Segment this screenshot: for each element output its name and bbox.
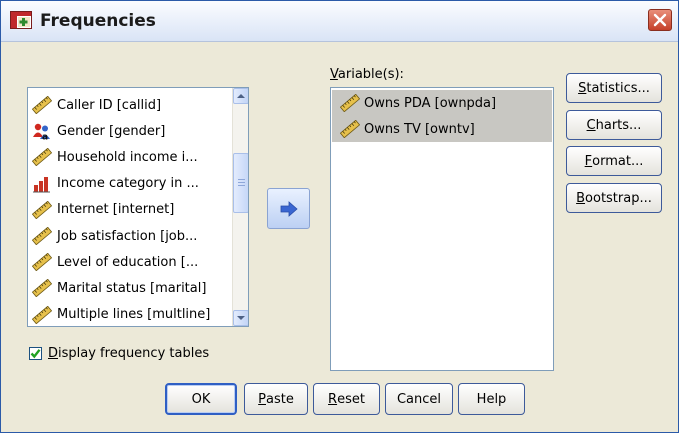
source-list-scrollbar[interactable]: [232, 88, 248, 326]
variable-label: Level of education [...: [57, 254, 199, 270]
right-arrow-icon: [280, 200, 298, 217]
frequencies-app-icon: [10, 11, 32, 29]
statistics-button[interactable]: Statistics...: [566, 73, 662, 103]
variable-label: Gender [gender]: [57, 123, 166, 139]
source-variable-item[interactable]: Household income i...: [32, 145, 232, 169]
move-variable-button[interactable]: [267, 188, 310, 229]
source-variable-item[interactable]: a Gender [gender]: [32, 119, 232, 143]
variable-label: Caller ID [callid]: [57, 97, 162, 113]
variable-label: Household income i...: [57, 149, 198, 165]
scale-ruler-icon: [32, 96, 52, 114]
source-variable-item[interactable]: Caller ID [callid]: [32, 93, 232, 117]
close-button[interactable]: [648, 9, 672, 31]
display-frequency-tables-label: Display frequency tables: [48, 346, 210, 361]
dialog-title: Frequencies: [40, 11, 156, 31]
scale-ruler-icon: [32, 227, 52, 245]
source-variable-item[interactable]: Income category in ...: [32, 172, 232, 196]
display-frequency-tables-checkbox[interactable]: [29, 347, 42, 360]
scroll-down-button[interactable]: [233, 310, 248, 326]
variable-label: Multiple lines [multline]: [57, 307, 211, 323]
ok-button[interactable]: OK: [165, 383, 237, 415]
variable-label: Owns TV [owntv]: [364, 121, 475, 137]
scale-ruler-icon: [340, 120, 360, 138]
nominal-people-icon: a: [33, 123, 50, 141]
format-button[interactable]: Format...: [566, 146, 662, 176]
help-button[interactable]: Help: [458, 383, 525, 415]
svg-text:a: a: [42, 133, 48, 141]
chevron-down-icon: [237, 316, 245, 320]
cancel-button[interactable]: Cancel: [385, 383, 453, 415]
scale-ruler-icon: [340, 94, 360, 112]
scale-ruler-icon: [32, 200, 52, 219]
variable-label: Owns PDA [ownpda]: [364, 95, 497, 111]
selected-variable-item[interactable]: Owns PDA [ownpda]: [332, 90, 552, 116]
source-variable-item[interactable]: Internet [internet]: [32, 198, 232, 222]
variables-label: Variable(s):: [330, 67, 404, 82]
variable-label: Marital status [marital]: [57, 280, 207, 296]
display-frequency-tables-option[interactable]: Display frequency tables: [29, 346, 209, 361]
scale-ruler-icon: [32, 279, 52, 298]
selected-variable-item[interactable]: Owns TV [owntv]: [332, 116, 552, 142]
source-variable-list[interactable]: Caller ID [callid] a Gender [gender] Househ…: [27, 87, 249, 327]
target-variable-list[interactable]: Owns PDA [ownpda] Owns TV [owntv]: [330, 87, 554, 371]
ordinal-bars-icon: [33, 176, 50, 193]
source-variable-item[interactable]: Level of education [...: [32, 250, 232, 274]
dialog-body: Caller ID [callid] a Gender [gender] Househ…: [5, 43, 674, 426]
scale-ruler-icon: [32, 305, 52, 324]
paste-button[interactable]: Paste: [244, 383, 308, 415]
checkmark-icon: [30, 349, 41, 359]
source-variable-item[interactable]: Multiple lines [multline]: [32, 303, 232, 326]
scale-ruler-icon: [32, 148, 52, 167]
variable-label: Internet [internet]: [57, 202, 175, 218]
close-icon: [653, 13, 667, 27]
frequencies-dialog: Frequencies Caller ID [callid] a Gender [g…: [0, 0, 679, 433]
source-variable-item[interactable]: Marital status [marital]: [32, 276, 232, 300]
variable-label: Job satisfaction [job...: [57, 228, 198, 244]
bootstrap-button[interactable]: Bootstrap...: [566, 183, 662, 213]
scroll-thumb[interactable]: [233, 153, 248, 213]
scale-ruler-icon: [32, 253, 52, 272]
source-variable-item[interactable]: Job satisfaction [job...: [32, 224, 232, 248]
title-bar[interactable]: Frequencies: [1, 1, 678, 42]
reset-button[interactable]: Reset: [313, 383, 380, 415]
variable-label: Income category in ...: [57, 176, 199, 192]
charts-button[interactable]: Charts...: [566, 110, 662, 140]
scroll-up-button[interactable]: [233, 88, 248, 104]
chevron-up-icon: [237, 94, 245, 98]
